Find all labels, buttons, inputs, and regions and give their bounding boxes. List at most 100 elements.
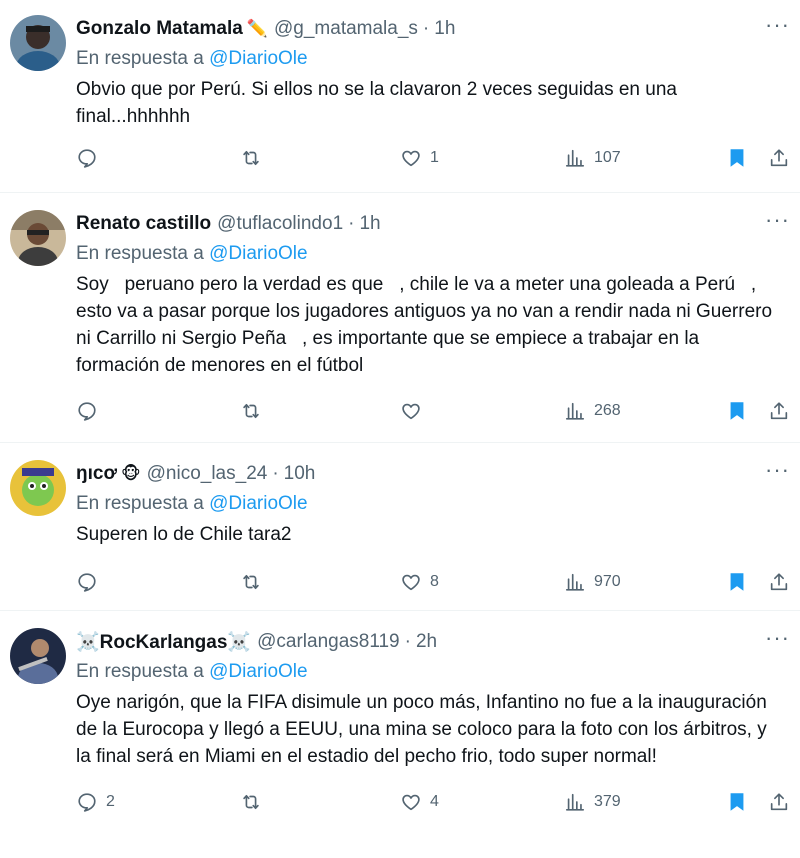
reply-count: 2	[106, 793, 115, 810]
separator-dot: ·	[404, 631, 411, 652]
tweet-text: Superen lo de Chile tara2	[76, 524, 292, 545]
views-icon	[564, 571, 586, 593]
action-bar: 2 4 379	[76, 784, 788, 820]
like-button[interactable]: 1	[400, 140, 439, 176]
avatar[interactable]	[10, 460, 66, 516]
tweet[interactable]: Renato castillo @tuflacolindo1 · 1h ··· …	[0, 193, 800, 443]
like-count: 1	[430, 149, 439, 166]
reply-feed: Gonzalo Matamala ✏️ @g_matamala_s · 1h ·…	[0, 0, 800, 857]
retweet-icon	[240, 147, 262, 169]
share-icon	[768, 400, 790, 422]
share-icon	[768, 147, 790, 169]
like-button[interactable]: 4	[400, 784, 439, 820]
share-button[interactable]	[768, 784, 790, 820]
reply-mention-link[interactable]: @DiarioOle	[209, 48, 307, 69]
reply-button[interactable]	[76, 393, 106, 429]
reply-icon	[76, 571, 98, 593]
views-count: 107	[594, 149, 621, 166]
share-button[interactable]	[768, 564, 790, 600]
bookmark-icon	[726, 400, 748, 422]
like-count: 8	[430, 573, 439, 590]
more-icon[interactable]: ···	[765, 209, 790, 231]
reply-button[interactable]	[76, 564, 106, 600]
tweet-text: Soy peruano pero la verdad es que , chil…	[76, 274, 778, 376]
timestamp[interactable]: 1h	[359, 213, 380, 235]
bookmark-button[interactable]	[726, 564, 748, 600]
author-name[interactable]: Renato castillo	[76, 213, 211, 235]
more-icon[interactable]: ···	[765, 14, 790, 36]
reply-mention-link[interactable]: @DiarioOle	[209, 243, 307, 264]
reply-button[interactable]	[76, 140, 106, 176]
views-count: 970	[594, 573, 621, 590]
views-button[interactable]: 970	[564, 564, 621, 600]
reply-prefix: En respuesta a	[76, 661, 210, 682]
like-button[interactable]	[400, 393, 430, 429]
views-count: 268	[594, 402, 621, 419]
more-icon[interactable]: ···	[765, 627, 790, 649]
author-handle[interactable]: @carlangas8119	[257, 631, 400, 653]
author-name[interactable]: Gonzalo Matamala	[76, 18, 243, 40]
share-icon	[768, 791, 790, 813]
timestamp[interactable]: 2h	[416, 631, 437, 653]
reply-prefix: En respuesta a	[76, 493, 210, 514]
avatar[interactable]	[10, 15, 66, 71]
action-bar: 268	[76, 393, 788, 429]
tweet-text: Oye narigón, que la FIFA disimule un poc…	[76, 692, 773, 767]
views-icon	[564, 400, 586, 422]
reply-button[interactable]: 2	[76, 784, 115, 820]
bookmark-icon	[726, 791, 748, 813]
bookmark-button[interactable]	[726, 393, 748, 429]
reply-icon	[76, 147, 98, 169]
pencil-emoji: ✏️	[246, 19, 268, 38]
reply-icon	[76, 400, 98, 422]
bookmark-icon	[726, 147, 748, 169]
heart-icon	[400, 571, 422, 593]
tweet-text: Obvio que por Perú. Si ellos no se la cl…	[76, 79, 683, 127]
reply-context: En respuesta a @DiarioOle	[76, 44, 780, 74]
reply-prefix: En respuesta a	[76, 243, 210, 264]
heart-icon	[400, 791, 422, 813]
reply-mention-link[interactable]: @DiarioOle	[209, 493, 307, 514]
author-handle[interactable]: @nico_las_24	[147, 463, 268, 485]
tweet[interactable]: ŋıcơ 🐵 @nico_las_24 · 10h ··· En respues…	[0, 443, 800, 611]
retweet-button[interactable]	[240, 784, 270, 820]
views-icon	[564, 791, 586, 813]
heart-icon	[400, 147, 422, 169]
reply-context: En respuesta a @DiarioOle	[76, 657, 780, 687]
bookmark-button[interactable]	[726, 784, 748, 820]
action-bar: 8 970	[76, 564, 788, 600]
tweet[interactable]: ☠️RocKarlangas☠️ @carlangas8119 · 2h ···…	[0, 611, 800, 857]
more-icon[interactable]: ···	[765, 459, 790, 481]
timestamp[interactable]: 1h	[434, 18, 455, 40]
like-button[interactable]: 8	[400, 564, 439, 600]
views-button[interactable]: 379	[564, 784, 621, 820]
author-handle[interactable]: @tuflacolindo1	[217, 213, 343, 235]
retweet-icon	[240, 400, 262, 422]
reply-mention-link[interactable]: @DiarioOle	[209, 661, 307, 682]
views-button[interactable]: 107	[564, 140, 621, 176]
separator-dot: ·	[272, 463, 279, 484]
author-handle[interactable]: @g_matamala_s	[274, 18, 418, 40]
timestamp[interactable]: 10h	[284, 463, 316, 485]
author-name[interactable]: ☠️RocKarlangas☠️	[76, 630, 251, 654]
tweet[interactable]: Gonzalo Matamala ✏️ @g_matamala_s · 1h ·…	[0, 0, 800, 193]
avatar[interactable]	[10, 210, 66, 266]
retweet-button[interactable]	[240, 564, 270, 600]
separator-dot: ·	[348, 213, 355, 234]
reply-icon	[76, 791, 98, 813]
like-count: 4	[430, 793, 439, 810]
share-button[interactable]	[768, 140, 790, 176]
separator-dot: ·	[422, 18, 430, 39]
author-name[interactable]: ŋıcơ	[76, 463, 117, 485]
retweet-icon	[240, 571, 262, 593]
reply-context: En respuesta a @DiarioOle	[76, 489, 780, 519]
views-button[interactable]: 268	[564, 393, 621, 429]
action-bar: 1 107	[76, 140, 788, 176]
share-button[interactable]	[768, 393, 790, 429]
bookmark-button[interactable]	[726, 140, 748, 176]
retweet-button[interactable]	[240, 393, 270, 429]
retweet-button[interactable]	[240, 140, 270, 176]
bookmark-icon	[726, 571, 748, 593]
avatar[interactable]	[10, 628, 66, 684]
share-icon	[768, 571, 790, 593]
